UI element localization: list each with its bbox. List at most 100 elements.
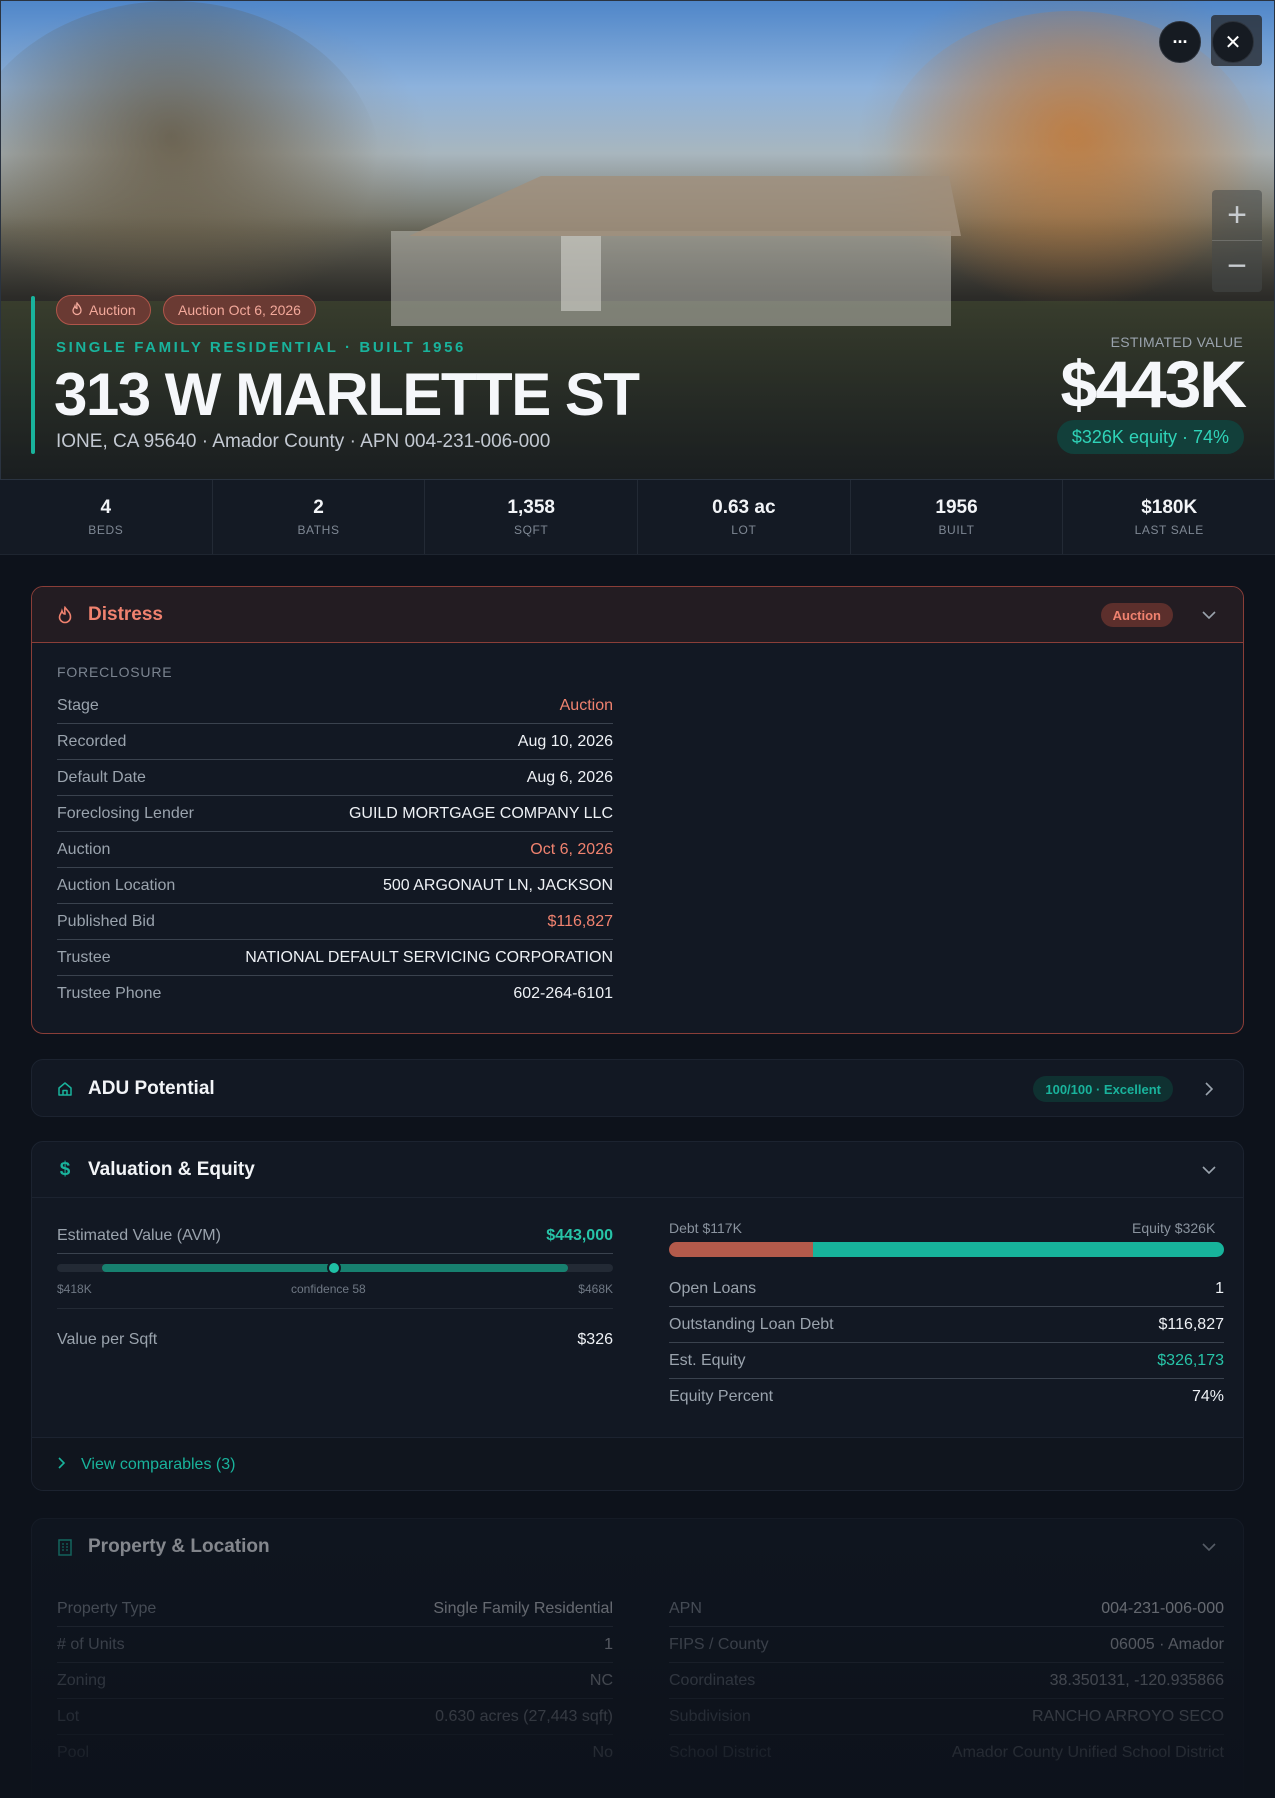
avm-row: Estimated Value (AVM) $443,000 [57,1218,613,1254]
kv-row-published-bid: Published Bid $116,827 [57,904,613,940]
distress-title: Distress [88,603,163,625]
kv-value: 06005 · Amador [1110,1635,1224,1653]
kv-key: Published Bid [57,912,155,930]
stats-strip: 4 BEDS 2 BATHS 1,358 SQFT 0.63 ac LOT 1956 BU… [0,480,1275,555]
kv-value: Oct 6, 2026 [530,840,613,858]
flame-icon [71,300,83,319]
kv-key: Property Type [57,1599,157,1617]
distress-card: Distress Auction FORECLOSURE Stage Auctio… [31,586,1244,1034]
avm-confidence: confidence 58 [291,1282,366,1296]
distress-header[interactable]: Distress Auction [32,587,1243,643]
kv-row-recorded: Recorded Aug 10, 2026 [57,724,613,760]
kv-row-auction-location: Auction Location 500 ARGONAUT LN, JACKSON [57,868,613,904]
stat-value: 4 [100,497,112,518]
kv-value: $116,827 [1158,1315,1224,1333]
debt-equity-bar [669,1242,1224,1257]
zoom-out-button[interactable]: − [1212,241,1262,292]
kv-value: RANCHO ARROYO SECO [1031,1707,1224,1725]
view-comparables-button[interactable]: View comparables (3) [32,1437,1243,1490]
stat-label: BATHS [297,523,340,537]
adu-card[interactable]: ADU Potential 100/100 · Excellent [31,1059,1244,1117]
property-address: 313 W MARLETTE ST [54,361,640,428]
avm-range-low: $418K [57,1282,92,1296]
avm-point-marker [327,1261,341,1275]
equity-list: Open Loans 1 Outstanding Loan Debt $116,82… [669,1271,1224,1415]
kv-row: FIPS / County 06005 · Amador [669,1627,1224,1663]
kv-row: APN 004-231-006-000 [669,1591,1224,1627]
kv-value: NATIONAL DEFAULT SERVICING CORPORATION [245,948,613,966]
property-card: Property & Location Property Type Single … [31,1518,1244,1798]
kv-row: Coordinates 38.350131, -120.935866 [669,1663,1224,1699]
stat-value: 1,358 [507,497,555,518]
valuation-header[interactable]: $ Valuation & Equity [32,1142,1243,1198]
house-door [561,236,601,311]
kv-key: Stage [57,696,99,714]
kv-key: Outstanding Loan Debt [669,1315,834,1333]
kv-key: APN [669,1599,702,1617]
kv-value: 38.350131, -120.935866 [1049,1671,1224,1689]
kv-value: Auction [559,696,613,714]
stat-value: 0.63 ac [712,497,776,518]
zoom-in-button[interactable]: + [1212,190,1262,241]
debt-segment [669,1242,814,1257]
avm-range: $418K confidence 58 $468K [57,1261,613,1309]
chevron-down-icon[interactable] [1199,1537,1219,1557]
kv-key: Auction [57,840,111,858]
zoom-control: + − [1212,190,1262,292]
stat-built: 1956 BUILT [851,480,1064,554]
kv-key: Coordinates [669,1671,756,1689]
property-left-list: Property Type Single Family Residential #… [57,1591,613,1771]
kv-row-est-equity: Est. Equity $326,173 [669,1343,1224,1379]
stat-beds: 4 BEDS [0,480,213,554]
close-button[interactable]: ✕ [1212,21,1254,63]
kv-row-trustee: Trustee NATIONAL DEFAULT SERVICING CORPOR… [57,940,613,976]
kv-value: 602-264-6101 [513,985,613,1002]
auction-chip[interactable]: Auction [56,295,151,325]
kv-key: Value per Sqft [57,1331,158,1348]
avm-row-wrap: Estimated Value (AVM) $443,000 [57,1218,613,1254]
stat-sqft: 1,358 SQFT [425,480,639,554]
kv-key: Est. Equity [669,1351,746,1369]
kv-value: Amador County Unified School District [951,1744,1224,1761]
more-options-button[interactable]: ··· [1159,21,1201,63]
kv-key: Foreclosing Lender [57,804,194,822]
kv-key: Equity Percent [669,1388,774,1405]
auction-date-chip-label: Auction Oct 6, 2026 [178,302,301,318]
stat-label: LOT [731,523,757,537]
more-icon: ··· [1172,31,1189,52]
kv-row-stage: Stage Auction [57,688,613,724]
stat-label: BUILT [938,523,975,537]
kv-key: FIPS / County [669,1635,769,1653]
foreclosure-section-label: FORECLOSURE [57,664,173,680]
kv-key: Auction Location [57,876,176,894]
adu-header[interactable]: ADU Potential 100/100 · Excellent [32,1060,1243,1116]
kv-value: Single Family Residential [433,1599,613,1617]
kv-key: School District [669,1744,772,1761]
chevron-right-icon[interactable] [1199,1079,1219,1099]
kv-value: GUILD MORTGAGE COMPANY LLC [348,804,613,822]
equity-label: Equity $326K [1132,1220,1216,1236]
stat-label: BEDS [88,523,124,537]
property-header[interactable]: Property & Location [32,1519,1243,1575]
kv-key: Zoning [57,1671,106,1689]
value-per-sqft-row: Value per Sqft $326 [57,1322,613,1358]
stat-last-sale: $180K LAST SALE [1063,480,1275,554]
kv-row-lender: Foreclosing Lender GUILD MORTGAGE COMPANY… [57,796,613,832]
chevron-down-icon[interactable] [1199,1160,1219,1180]
plus-icon: + [1227,195,1247,234]
adu-title: ADU Potential [88,1078,215,1099]
property-type-kicker: SINGLE FAMILY RESIDENTIAL · BUILT 1956 [56,339,466,356]
value-per-sqft-wrap: Value per Sqft $326 [57,1322,613,1358]
avm-label: Estimated Value (AVM) [57,1226,221,1244]
chevron-down-icon[interactable] [1199,605,1219,625]
stat-lot: 0.63 ac LOT [638,480,851,554]
kv-key: Subdivision [669,1707,751,1725]
kv-value: Aug 6, 2026 [526,768,613,786]
kv-row: Subdivision RANCHO ARROYO SECO [669,1699,1224,1735]
kv-key: Recorded [57,732,127,750]
home-icon [56,1080,74,1098]
property-title: Property & Location [88,1536,270,1557]
kv-row: # of Units 1 [57,1627,613,1663]
auction-date-chip[interactable]: Auction Oct 6, 2026 [163,295,316,325]
kv-key: Pool [57,1744,90,1761]
